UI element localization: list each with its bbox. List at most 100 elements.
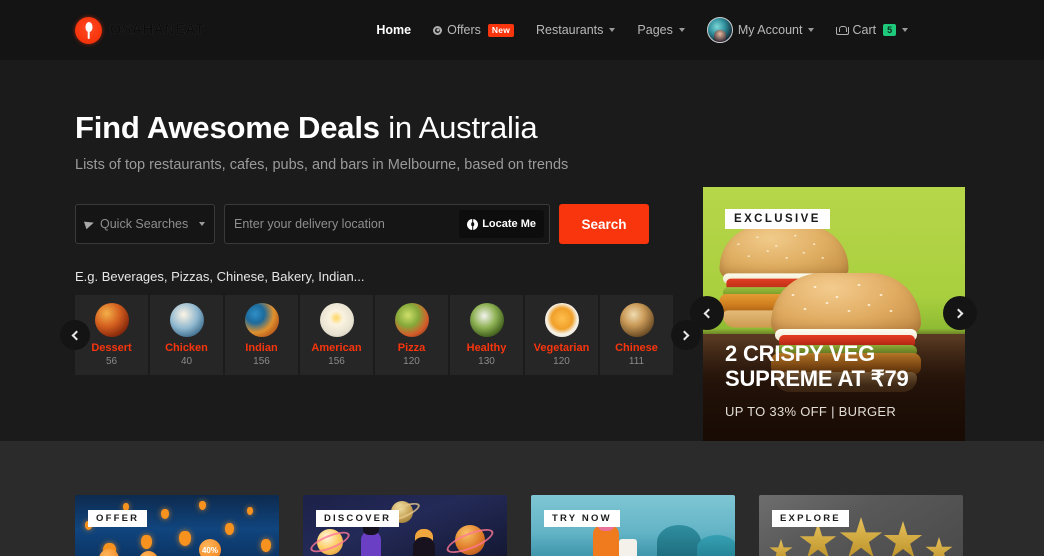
food-thumbnail-icon: [469, 303, 504, 337]
chevron-left-icon: [703, 308, 714, 318]
nav-item-offers[interactable]: Offers New: [433, 23, 514, 37]
category-card-vegetarian[interactable]: Vegetarian 120: [525, 295, 598, 375]
chevron-down-icon: [678, 28, 685, 32]
nav-item-label: Cart: [852, 23, 877, 37]
cart-icon: [836, 25, 850, 35]
promo-cards-section: 40% 45% 40% OFFER DISCOVER: [0, 441, 1044, 556]
locate-me-button[interactable]: Locate Me: [459, 210, 544, 238]
quick-searches-label: Quick Searches: [100, 217, 189, 231]
card-tag: TRY NOW: [544, 510, 620, 527]
promo-card-try-now[interactable]: TRY NOW: [531, 495, 735, 556]
chevron-down-icon: [808, 28, 815, 32]
paper-plane-icon: [83, 218, 96, 230]
nav-item-pages[interactable]: Pages: [637, 23, 685, 37]
food-thumbnail-icon: [619, 303, 654, 337]
category-card-indian[interactable]: Indian 156: [225, 295, 298, 375]
nav-item-label: Restaurants: [536, 23, 604, 37]
chevron-right-icon: [679, 330, 690, 340]
category-count: 120: [403, 356, 420, 367]
avatar: [706, 17, 733, 43]
card-tag: DISCOVER: [316, 510, 400, 527]
example-searches-text: E.g. Beverages, Pizzas, Chinese, Bakery,…: [75, 269, 365, 284]
site-header: OSAHANEAT Home Offers New Restaurants Pa…: [0, 0, 1044, 60]
promo-card-explore[interactable]: EXPLORE: [759, 495, 963, 556]
chevron-down-icon: [199, 222, 205, 226]
chevron-down-icon: [609, 28, 616, 32]
spoon-logo-icon: [75, 16, 102, 44]
category-name: Indian: [245, 342, 278, 354]
promo-card-offer[interactable]: 40% 45% 40% OFFER: [75, 495, 279, 556]
discount-badge: 45%: [99, 549, 119, 556]
category-count: 56: [105, 356, 118, 367]
category-name: Dessert: [91, 342, 132, 354]
category-card-chinese[interactable]: Chinese 111: [600, 295, 673, 375]
hero-section: Find Awesome Deals in Australia Lists of…: [0, 60, 1044, 449]
category-count: 130: [478, 356, 495, 367]
hero-subtitle: Lists of top restaurants, cafes, pubs, a…: [75, 157, 569, 173]
search-button[interactable]: Search: [559, 204, 649, 244]
search-bar: Quick Searches Enter your delivery locat…: [75, 204, 675, 244]
nav-item-label: Home: [376, 23, 412, 37]
new-badge: New: [487, 23, 514, 37]
category-card-pizza[interactable]: Pizza 120: [375, 295, 448, 375]
chevron-right-icon: [953, 308, 964, 318]
category-prev-button[interactable]: [60, 320, 90, 350]
promo-prev-button[interactable]: [690, 296, 724, 330]
promo-headline: 2 CRISPY VEG SUPREME AT ₹79: [725, 341, 909, 391]
category-name: Vegetarian: [533, 342, 590, 354]
locate-me-label: Locate Me: [482, 218, 536, 230]
nav-item-label: Offers: [447, 23, 481, 37]
card-tag: OFFER: [88, 510, 148, 527]
category-count: 120: [553, 356, 570, 367]
main-navigation: Home Offers New Restaurants Pages My Acc…: [376, 17, 909, 43]
chevron-left-icon: [71, 330, 82, 340]
hero-title-rest: in Australia: [379, 110, 538, 145]
food-thumbnail-icon: [319, 303, 354, 337]
category-count: 156: [328, 356, 345, 367]
page-root: OSAHANEAT Home Offers New Restaurants Pa…: [0, 0, 1044, 556]
category-name: American: [311, 342, 362, 354]
category-carousel: Dessert 56 Chicken 40 Indian 156 America…: [60, 295, 701, 375]
category-name: Chinese: [615, 342, 658, 354]
promo-headline-line2: SUPREME AT ₹79: [725, 366, 909, 391]
exclusive-tag: EXCLUSIVE: [725, 209, 830, 229]
crosshair-icon: [467, 218, 479, 230]
promo-card-discover[interactable]: DISCOVER: [303, 495, 507, 556]
cart-count-badge: 5: [883, 24, 897, 36]
hero-title-strong: Find Awesome Deals: [75, 110, 380, 145]
card-tag: EXPLORE: [772, 510, 849, 527]
food-thumbnail-icon: [394, 303, 429, 337]
category-count: 156: [253, 356, 270, 367]
food-thumbnail-icon: [244, 303, 279, 337]
discount-badge: 40%: [199, 539, 221, 556]
location-input-wrapper[interactable]: Enter your delivery location Locate Me: [224, 204, 550, 244]
nav-item-label: Pages: [637, 23, 673, 37]
promo-headline-line1: 2 CRISPY VEG: [725, 341, 876, 366]
chevron-down-icon: [902, 28, 909, 32]
food-thumbnail-icon: [94, 303, 129, 337]
category-count: 111: [628, 356, 645, 367]
promo-banner[interactable]: EXCLUSIVE 2 CRISPY VEG SUPREME AT ₹79 UP…: [703, 187, 965, 449]
nav-item-my-account[interactable]: My Account: [706, 17, 815, 43]
food-thumbnail-icon: [544, 303, 579, 337]
nav-item-restaurants[interactable]: Restaurants: [536, 23, 616, 37]
category-count: 40: [180, 356, 193, 367]
discount-badge: 40%: [139, 551, 158, 556]
location-input-placeholder: Enter your delivery location: [234, 217, 385, 231]
brand-logo[interactable]: OSAHANEAT: [75, 16, 205, 44]
category-name: Healthy: [466, 342, 507, 354]
hero-content: Find Awesome Deals in Australia Lists of…: [60, 110, 701, 375]
category-name: Chicken: [165, 342, 208, 354]
nav-item-home[interactable]: Home: [376, 23, 411, 37]
food-thumbnail-icon: [169, 303, 204, 337]
category-card-chicken[interactable]: Chicken 40: [150, 295, 223, 375]
promo-cards-row: 40% 45% 40% OFFER DISCOVER: [75, 495, 963, 556]
brand-name: OSAHANEAT: [110, 22, 205, 38]
page-title: Find Awesome Deals in Australia: [75, 110, 675, 146]
promo-next-button[interactable]: [943, 296, 977, 330]
category-card-healthy[interactable]: Healthy 130: [450, 295, 523, 375]
nav-item-cart[interactable]: Cart 5: [836, 23, 909, 37]
promo-subline: UP TO 33% OFF | BURGER: [725, 404, 897, 419]
category-card-american[interactable]: American 156: [300, 295, 373, 375]
quick-searches-dropdown[interactable]: Quick Searches: [75, 204, 215, 244]
